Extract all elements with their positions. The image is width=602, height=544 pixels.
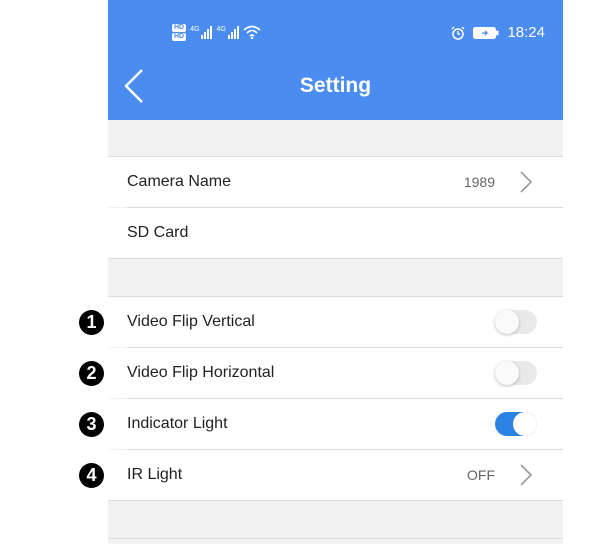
- signal-icon: 4G: [190, 25, 213, 39]
- callout-marker-1: 1: [79, 310, 104, 335]
- signal-icon: 4G: [216, 25, 239, 39]
- callout-marker-4: 4: [79, 463, 104, 488]
- setting-label: Indicator Light: [127, 415, 228, 432]
- setting-value: 1989: [463, 174, 495, 190]
- setting-label: Camera Name: [127, 173, 232, 190]
- alarm-icon: [451, 26, 465, 40]
- hd-badge: HD: [172, 23, 187, 32]
- setting-row-sd-card[interactable]: SD Card: [108, 208, 563, 258]
- setting-row-video-flip-horizontal: Video Flip Horizontal: [108, 348, 563, 398]
- setting-row-camera-name[interactable]: Camera Name 1989: [108, 157, 563, 207]
- chevron-right-icon: [520, 464, 533, 486]
- setting-label: IR Light: [127, 466, 183, 483]
- setting-label: Video Flip Vertical: [127, 313, 255, 330]
- setting-label: Video Flip Horizontal: [127, 364, 275, 381]
- battery-icon: [473, 26, 499, 39]
- chevron-right-icon: [520, 171, 533, 193]
- hd-badge: HD: [172, 32, 187, 41]
- video-flip-vertical-toggle[interactable]: [495, 310, 537, 334]
- wifi-icon: [243, 25, 261, 39]
- indicator-light-toggle[interactable]: [495, 412, 537, 436]
- divider: [108, 500, 563, 501]
- network-type: 4G: [216, 25, 226, 33]
- network-type: 4G: [190, 25, 200, 33]
- setting-label: SD Card: [127, 224, 189, 241]
- callout-marker-2: 2: [79, 361, 104, 386]
- setting-value: OFF: [467, 467, 495, 483]
- page-title: Setting: [299, 74, 372, 97]
- video-flip-horizontal-toggle[interactable]: [495, 361, 537, 385]
- app-header: HD HD 4G 4G 18:24 Setting: [108, 0, 563, 120]
- status-bar-right: 18:24: [451, 24, 545, 41]
- setting-row-indicator-light: Indicator Light: [108, 399, 563, 449]
- status-time: 18:24: [507, 24, 545, 41]
- setting-row-ir-light[interactable]: IR Light OFF: [108, 450, 563, 500]
- callout-marker-3: 3: [79, 412, 104, 437]
- status-bar-left: HD HD 4G 4G: [172, 22, 261, 42]
- phone-screen: HD HD 4G 4G 18:24 Setting Camera Name 19…: [108, 0, 563, 544]
- setting-row-video-flip-vertical: Video Flip Vertical: [108, 297, 563, 347]
- divider: [108, 258, 563, 259]
- divider: [108, 538, 563, 539]
- hd-badges: HD HD: [172, 23, 187, 41]
